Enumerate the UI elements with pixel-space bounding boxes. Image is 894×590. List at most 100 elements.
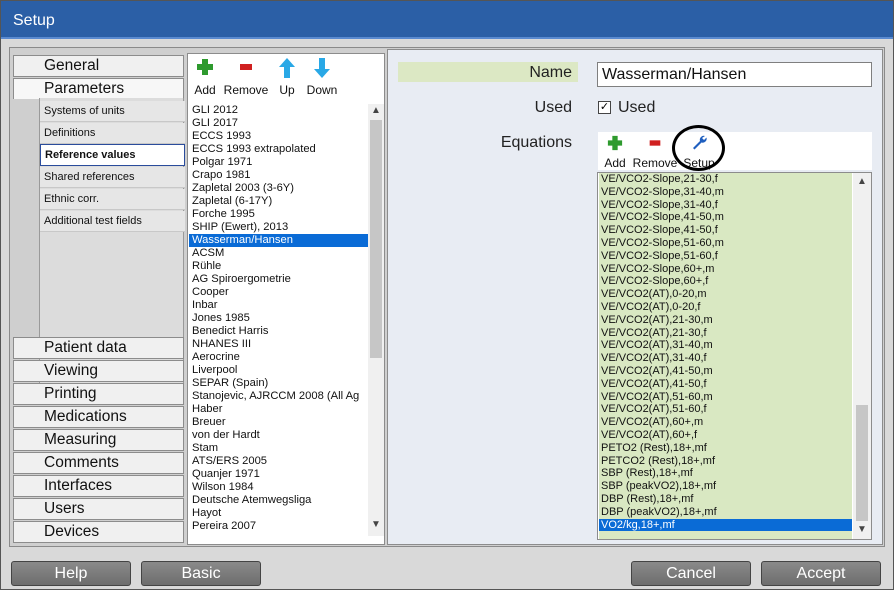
cancel-button[interactable]: Cancel [631,561,751,586]
reference-list-item[interactable]: Haber [189,403,369,416]
reference-list-item[interactable]: Wilson 1984 [189,481,369,494]
equation-list-item[interactable]: SBP (Rest),18+,mf [599,467,852,480]
reference-list-item[interactable]: von der Hardt [189,429,369,442]
scroll-up-icon[interactable]: ▲ [368,104,384,118]
scrollbar-thumb[interactable] [370,120,382,358]
help-button[interactable]: Help [11,561,131,586]
equation-list-item[interactable]: PETO2 (Rest),18+,mf [599,442,852,455]
reference-list-item[interactable]: Zapletal 2003 (3-6Y) [189,182,369,195]
equation-list-item[interactable]: SBP (peakVO2),18+,mf [599,480,852,493]
name-field[interactable]: Wasserman/Hansen [597,62,872,87]
scroll-down-icon[interactable]: ▼ [368,518,384,532]
equation-list-item[interactable]: VE/VCO2(AT),41-50,m [599,365,852,378]
equation-list-item[interactable]: VE/VCO2(AT),51-60,m [599,391,852,404]
equation-list-item[interactable]: VE/VCO2(AT),0-20,f [599,301,852,314]
scrollbar-thumb[interactable] [856,405,868,521]
nav-item-printing[interactable]: Printing [13,383,184,405]
move-down-button[interactable]: Down [304,57,340,97]
add-reference-button[interactable]: Add [192,57,218,97]
equation-list-item[interactable]: VE/VCO2(AT),31-40,f [599,352,852,365]
nav-item-devices[interactable]: Devices [13,521,184,543]
accept-button[interactable]: Accept [761,561,881,586]
reference-list-scrollbar[interactable]: ▲ ▼ [368,104,384,536]
reference-list-item[interactable]: Forche 1995 [189,208,369,221]
subnav-item-shared-references[interactable]: Shared references [40,167,185,188]
equation-list-item[interactable]: VE/VCO2-Slope,41-50,f [599,224,852,237]
scroll-up-icon[interactable]: ▲ [853,175,871,189]
equation-list-item[interactable]: VO2/kg,18+,mf [599,518,852,532]
equations-scrollbar[interactable]: ▲ ▼ [853,173,871,539]
equation-list-item[interactable]: VE/VCO2-Slope,41-50,m [599,211,852,224]
equation-list-item[interactable]: DBP (peakVO2),18+,mf [599,506,852,519]
equation-list-item[interactable]: VE/VCO2-Slope,51-60,m [599,237,852,250]
reference-list-item[interactable]: ECCS 1993 extrapolated [189,143,369,156]
nav-item-users[interactable]: Users [13,498,184,520]
reference-list-item[interactable]: Jones 1985 [189,312,369,325]
reference-list-item[interactable]: SHIP (Ewert), 2013 [189,221,369,234]
remove-equation-button[interactable]: Remove [632,134,678,170]
equation-list-item[interactable]: VE/VCO2-Slope,31-40,m [599,186,852,199]
reference-list-item[interactable]: SEPAR (Spain) [189,377,369,390]
equation-list-item[interactable]: VE/VCO2(AT),51-60,f [599,403,852,416]
nav-item-comments[interactable]: Comments [13,452,184,474]
equation-list-item[interactable]: VE/VCO2-Slope,60+,f [599,275,852,288]
equation-list-item[interactable]: VE/VCO2(AT),60+,m [599,416,852,429]
equation-list-item[interactable]: VE/VCO2-Slope,21-30,f [599,173,852,186]
reference-list-item[interactable]: Crapo 1981 [189,169,369,182]
basic-button[interactable]: Basic [141,561,261,586]
equation-list-item[interactable]: VE/VCO2(AT),60+,f [599,429,852,442]
reference-list-item[interactable]: ECCS 1993 [189,130,369,143]
subnav-item-reference-values[interactable]: Reference values [40,144,185,166]
subnav-item-definitions[interactable]: Definitions [40,123,185,144]
nav-item-general[interactable]: General [13,55,184,77]
equations-list[interactable]: VE/VCO2-Slope,21-30,f VE/VCO2-Slope,31-40… [599,173,852,539]
nav-item-interfaces[interactable]: Interfaces [13,475,184,497]
nav-item-medications[interactable]: Medications [13,406,184,428]
reference-list-item[interactable]: ATS/ERS 2005 [189,455,369,468]
equation-list-item[interactable]: VE/VCO2(AT),0-20,m [599,288,852,301]
equation-list-item[interactable]: VE/VCO2(AT),21-30,m [599,314,852,327]
reference-list-item[interactable]: Quanjer 1971 [189,468,369,481]
reference-list-item[interactable]: Aerocrine [189,351,369,364]
reference-list-item[interactable]: Pereira 2007 [189,520,369,533]
reference-list-item[interactable]: Cooper [189,286,369,299]
subnav-item-additional-test-fields[interactable]: Additional test fields [40,211,185,232]
scroll-down-icon[interactable]: ▼ [853,523,871,537]
move-up-button[interactable]: Up [276,57,298,97]
equation-list-item[interactable]: DBP (Rest),18+,mf [599,493,852,506]
nav-item-viewing[interactable]: Viewing [13,360,184,382]
reference-list-item[interactable]: GLI 2012 [189,104,369,117]
add-equation-button[interactable]: Add [602,134,628,170]
reference-list-item[interactable]: Stanojevic, AJRCCM 2008 (All Ag [189,390,369,403]
reference-list-item[interactable]: GLI 2017 [189,117,369,130]
reference-list-item[interactable]: Inbar [189,299,369,312]
nav-item-parameters[interactable]: Parameters [13,78,184,99]
reference-list-item[interactable]: AG Spiroergometrie [189,273,369,286]
remove-reference-button[interactable]: Remove [222,57,270,97]
equation-list-item[interactable]: VE/VCO2-Slope,31-40,f [599,199,852,212]
reference-list-item[interactable]: NHANES III [189,338,369,351]
reference-list-item[interactable]: Hayot [189,507,369,520]
reference-list-item[interactable]: Benedict Harris [189,325,369,338]
reference-list-item[interactable]: Polgar 1971 [189,156,369,169]
equation-list-item[interactable]: VE/VCO2(AT),21-30,f [599,327,852,340]
reference-list-item[interactable]: Wasserman/Hansen [189,234,369,247]
subnav-item-systems-of-units[interactable]: Systems of units [40,101,185,122]
reference-list-item[interactable]: Rühle [189,260,369,273]
equation-list-item[interactable]: VE/VCO2-Slope,51-60,f [599,250,852,263]
reference-list-item[interactable]: Zapletal (6-17Y) [189,195,369,208]
reference-list[interactable]: GLI 2012 GLI 2017 ECCS 1993 ECCS 1993 extra… [189,104,369,584]
used-checkbox[interactable]: ✓ [598,101,611,114]
equation-list-item[interactable]: VE/VCO2-Slope,60+,m [599,263,852,276]
nav-item-patient-data[interactable]: Patient data [13,337,184,359]
reference-list-item[interactable]: ACSM [189,247,369,260]
nav-item-measuring[interactable]: Measuring [13,429,184,451]
reference-list-item[interactable]: Stam [189,442,369,455]
reference-list-item[interactable]: Liverpool [189,364,369,377]
equation-list-item[interactable]: VE/VCO2(AT),31-40,m [599,339,852,352]
subnav-item-ethnic-corr[interactable]: Ethnic corr. [40,189,185,210]
equation-list-item[interactable]: VE/VCO2(AT),41-50,f [599,378,852,391]
equation-list-item[interactable]: PETCO2 (Rest),18+,mf [599,455,852,468]
reference-list-item[interactable]: Breuer [189,416,369,429]
used-checkbox-label[interactable]: Used [618,99,655,117]
